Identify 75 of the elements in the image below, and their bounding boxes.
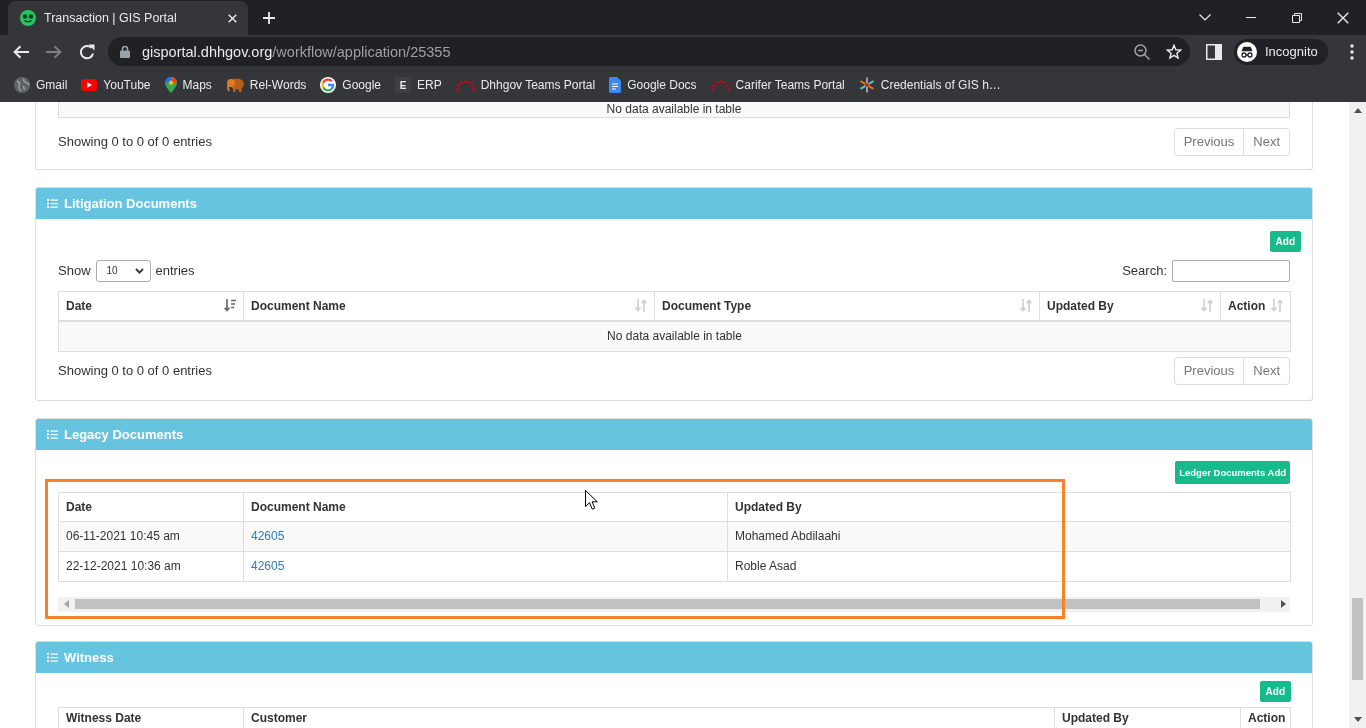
star-icon[interactable] <box>1166 43 1182 60</box>
table-cell: 22-12-2021 10:36 am <box>58 551 244 581</box>
bookmark-item[interactable]: Carifer Teams Portal <box>703 78 852 92</box>
play-icon <box>81 79 98 91</box>
entries-info: Showing 0 to 0 of 0 entries <box>58 363 212 378</box>
asterisk-icon <box>858 77 875 93</box>
lock-icon <box>120 45 130 58</box>
zoom-out-icon[interactable] <box>1134 43 1150 60</box>
panel-title: Litigation Documents <box>64 195 197 211</box>
bookmark-item[interactable]: YouTube <box>74 78 158 92</box>
scrollbar-thumb[interactable] <box>75 599 1260 609</box>
bookmark-item[interactable]: Google <box>313 77 388 93</box>
map-pin-icon <box>164 77 177 93</box>
scroll-up-icon[interactable] <box>1353 108 1362 113</box>
sort-descending-icon[interactable] <box>224 299 236 313</box>
close-icon[interactable] <box>228 13 237 23</box>
menu-icon[interactable] <box>1350 43 1354 60</box>
bookmark-item[interactable]: Dhhgov Teams Portal <box>448 78 603 92</box>
close-icon[interactable] <box>1337 11 1349 24</box>
document-icon <box>609 77 622 93</box>
scroll-down-icon[interactable] <box>1353 717 1362 722</box>
elephant-icon <box>225 78 244 92</box>
entries-info: Showing 0 to 0 of 0 entries <box>58 134 212 149</box>
new-tab-icon[interactable] <box>263 11 275 24</box>
column-header: Date <box>58 492 244 521</box>
document-link[interactable]: 42605 <box>251 559 285 573</box>
globe-icon <box>14 77 30 93</box>
chevron-down-icon[interactable] <box>1199 14 1211 21</box>
browser-tab[interactable]: Transaction | GIS Portal <box>8 1 248 35</box>
smiley-icon <box>20 10 36 26</box>
incognito-icon <box>1237 41 1257 62</box>
side-panel-icon[interactable] <box>1206 43 1222 60</box>
column-header: Action <box>1240 707 1291 728</box>
table-cell: Mohamed Abdilaahi <box>727 521 1291 551</box>
column-header: Witness Date <box>58 707 244 728</box>
column-header: Document Name <box>243 492 728 521</box>
back-icon[interactable] <box>12 44 29 59</box>
vertical-scrollbar[interactable] <box>1349 102 1366 728</box>
restore-icon[interactable] <box>1292 12 1302 23</box>
profile-button[interactable]: Incognito <box>1234 38 1328 65</box>
list-icon <box>47 198 58 208</box>
column-header: Updated By <box>727 492 1291 521</box>
bookmark-item[interactable]: Credentials of GIS h… <box>851 77 1008 93</box>
dotted-arc-icon <box>710 79 730 91</box>
page-size-select[interactable]: 10 <box>95 259 151 282</box>
entries-label: entries <box>155 263 195 278</box>
document-link[interactable]: 42605 <box>251 529 285 543</box>
empty-table-message: No data available in table <box>58 102 1290 117</box>
horizontal-scrollbar[interactable] <box>58 596 1290 612</box>
panel-title: Witness <box>64 649 114 665</box>
scrollbar-thumb[interactable] <box>1352 598 1363 680</box>
scroll-right-icon[interactable] <box>1281 600 1286 608</box>
list-icon <box>47 652 58 662</box>
column-header: Updated By <box>1054 707 1241 728</box>
mouse-pointer-icon <box>585 490 598 510</box>
empty-table-message: No data available in table <box>58 321 1291 351</box>
bookmark-item[interactable]: Google Docs <box>602 77 704 93</box>
list-icon <box>47 429 58 439</box>
bookmark-item[interactable]: Maps <box>157 77 219 93</box>
letter-logo: E <box>395 77 411 93</box>
table-cell: Roble Asad <box>727 551 1291 581</box>
address-bar[interactable]: gisportal.dhhgov.org/workflow/application/25355 <box>108 37 1190 66</box>
dotted-arc-icon <box>455 79 475 91</box>
bookmark-item[interactable]: Gmail <box>7 77 75 93</box>
chevron-down-icon <box>134 267 144 274</box>
bookmark-item[interactable]: E ERP <box>388 77 449 93</box>
panel-title: Legacy Documents <box>64 426 184 442</box>
bookmark-item[interactable]: Rel-Words <box>218 78 314 92</box>
table-cell: 06-11-2021 10:45 am <box>58 521 244 551</box>
search-field[interactable] <box>1172 259 1290 282</box>
reload-icon[interactable] <box>78 43 95 60</box>
search-label: Search: <box>1122 263 1167 278</box>
g-logo-icon <box>320 77 337 93</box>
show-label: Show <box>58 263 91 278</box>
column-header: Customer <box>243 707 1055 728</box>
